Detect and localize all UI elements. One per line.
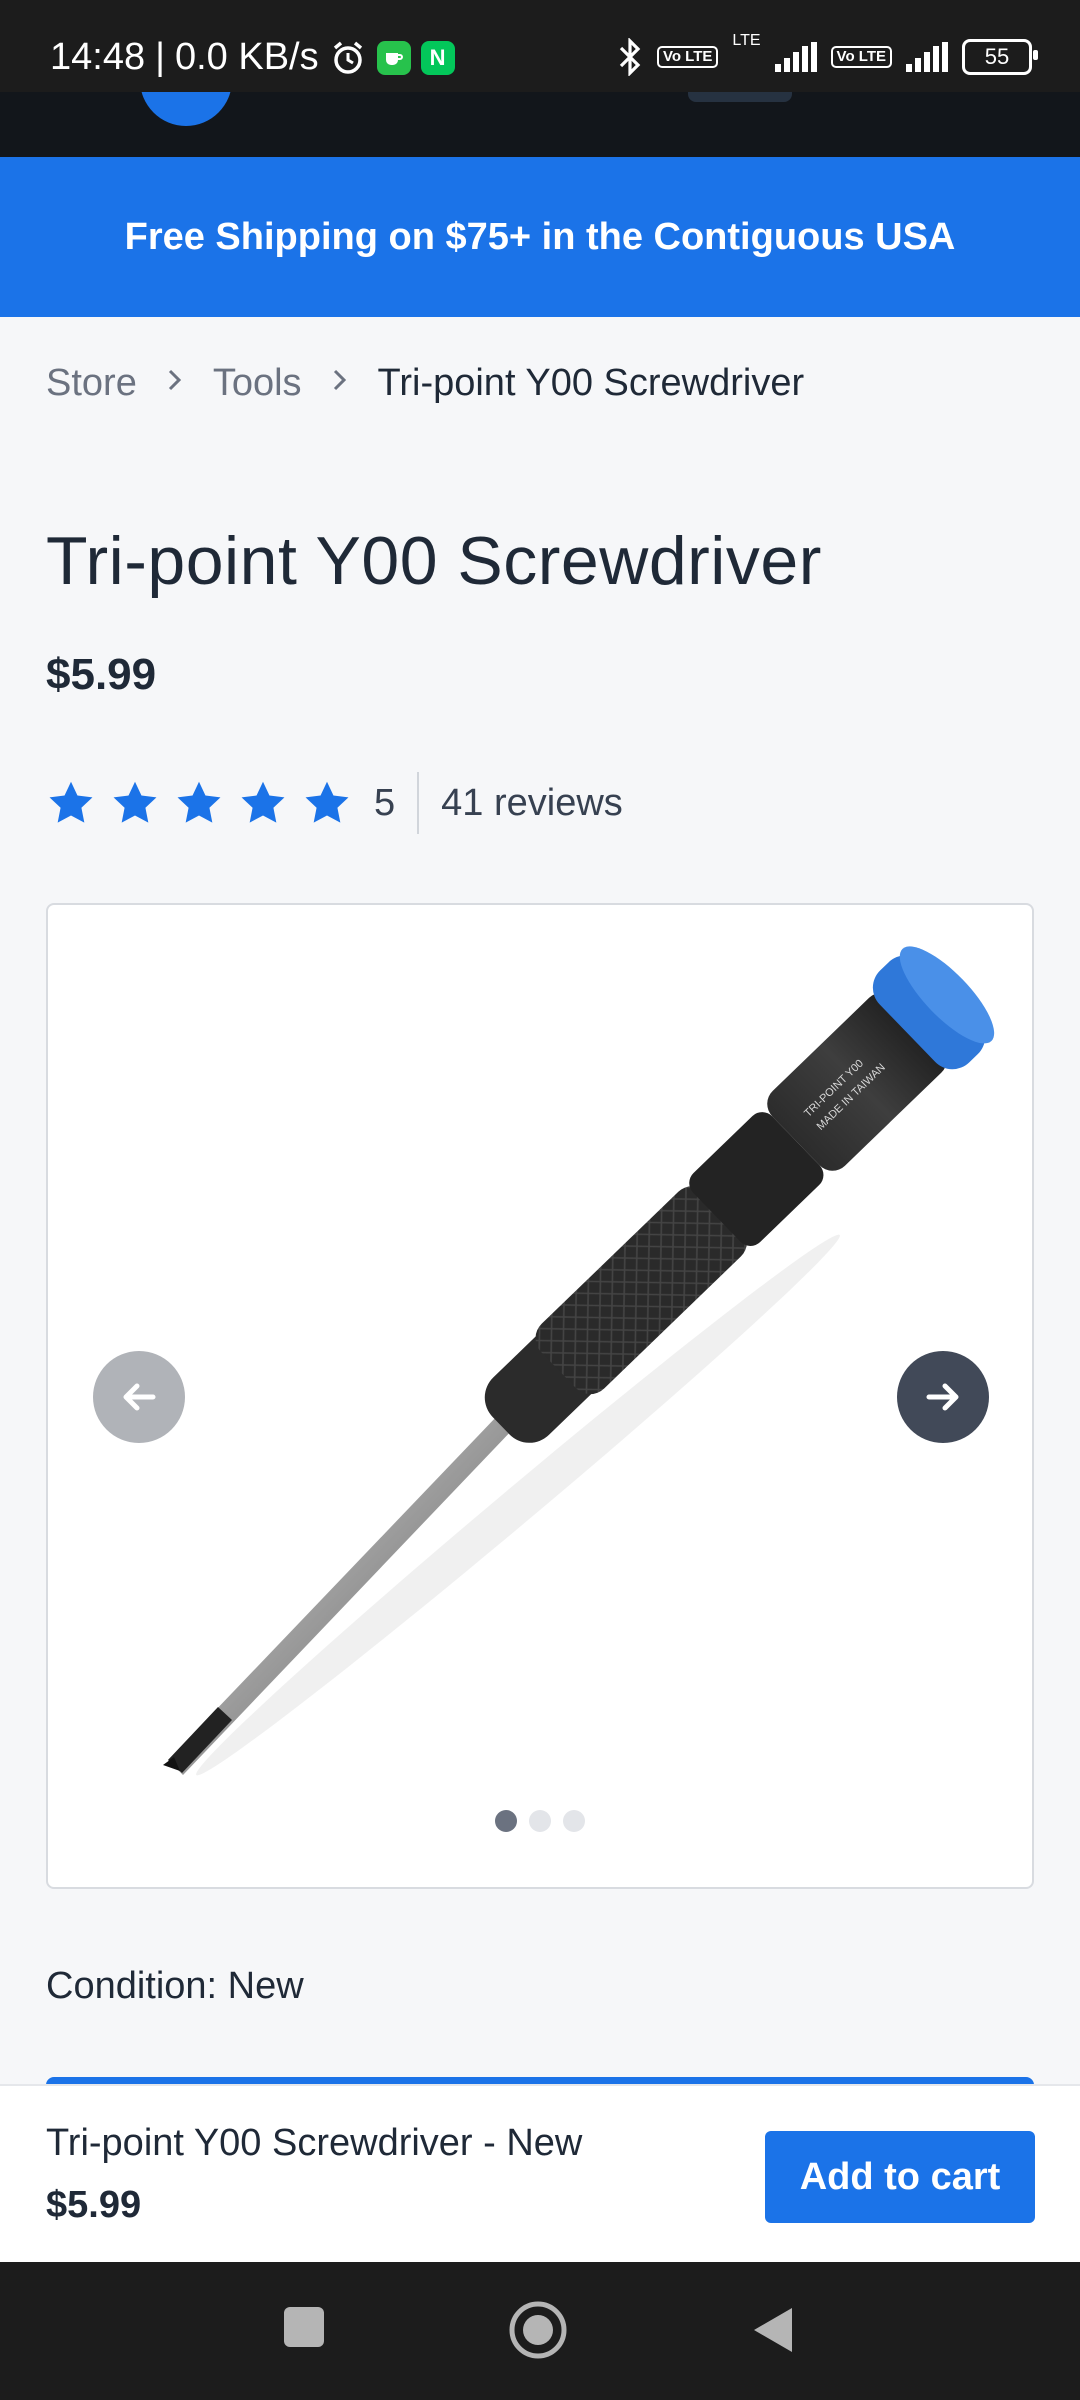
chevron-right-icon [165,365,185,403]
gallery-dots [48,1810,1032,1832]
status-left: 14:48 | 0.0 KB/s N [50,36,455,79]
chevron-right-icon [330,365,350,403]
lte-label: LTE [732,32,761,49]
gallery-next-button[interactable] [897,1351,989,1443]
star-rating [46,778,352,828]
product-title: Tri-point Y00 Screwdriver [46,523,822,599]
sticky-cart-bar: Tri-point Y00 Screwdriver - New $5.99 Ad… [0,2084,1080,2264]
home-icon[interactable] [508,2300,568,2360]
star-icon [305,781,349,823]
product-gallery[interactable]: TRI-POINT Y00 MADE IN TAIWAN [46,903,1034,1889]
promo-text: Free Shipping on $75+ in the Contiguous … [124,215,956,258]
status-time: 14:48 [50,36,146,78]
star-icon [49,781,93,823]
sticky-product-price: $5.99 [46,2184,142,2226]
signal-icon-2 [906,42,948,72]
sticky-product-name: Tri-point Y00 Screwdriver - New [46,2122,583,2164]
promo-banner[interactable]: Free Shipping on $75+ in the Contiguous … [0,157,1080,317]
battery-level: 55 [984,44,1010,69]
rating-row[interactable]: 5 41 reviews [46,772,623,834]
breadcrumb-store[interactable]: Store [46,362,137,405]
breadcrumb: Store Tools Tri-point Y00 Screwdriver [46,362,804,405]
header-menu-button[interactable] [688,92,792,102]
gallery-dot[interactable] [495,1810,517,1832]
gallery-dot[interactable] [529,1810,551,1832]
alarm-icon [329,39,367,77]
gallery-dot[interactable] [563,1810,585,1832]
bluetooth-icon [617,38,643,76]
reviews-link[interactable]: 41 reviews [441,782,623,825]
breadcrumb-current: Tri-point Y00 Screwdriver [377,362,805,404]
site-header [0,92,1080,157]
product-price: $5.99 [46,650,157,699]
battery-icon: 55 [962,39,1038,75]
star-icon [177,781,221,823]
site-logo[interactable] [140,92,232,126]
volte-badge-2: Vo LTE [830,46,892,68]
gallery-prev-button[interactable] [93,1351,185,1443]
naver-app-icon: N [420,40,455,75]
arrow-left-icon [123,1383,156,1411]
star-icon [113,781,157,823]
product-image: TRI-POINT Y00 MADE IN TAIWAN [163,946,995,1776]
status-bar: 14:48 | 0.0 KB/s N Vo LTE LTE Vo LTE 55 [0,0,1080,92]
status-right: Vo LTE LTE Vo LTE 55 [617,32,1038,76]
rating-divider [417,772,420,834]
status-speed: 0.0 KB/s [174,36,319,78]
cup-app-icon [376,40,411,75]
system-nav-bar [0,2262,1080,2400]
add-to-cart-button[interactable]: Add to cart [765,2131,1035,2223]
star-icon [241,781,285,823]
rating-value: 5 [374,781,396,824]
volte-badge: Vo LTE [656,46,719,68]
recents-icon[interactable] [283,2306,325,2348]
signal-icon [774,42,817,72]
condition-label: Condition: New [46,1965,304,2007]
breadcrumb-tools[interactable]: Tools [213,362,302,405]
back-icon[interactable] [752,2306,794,2354]
arrow-right-icon [926,1383,959,1411]
